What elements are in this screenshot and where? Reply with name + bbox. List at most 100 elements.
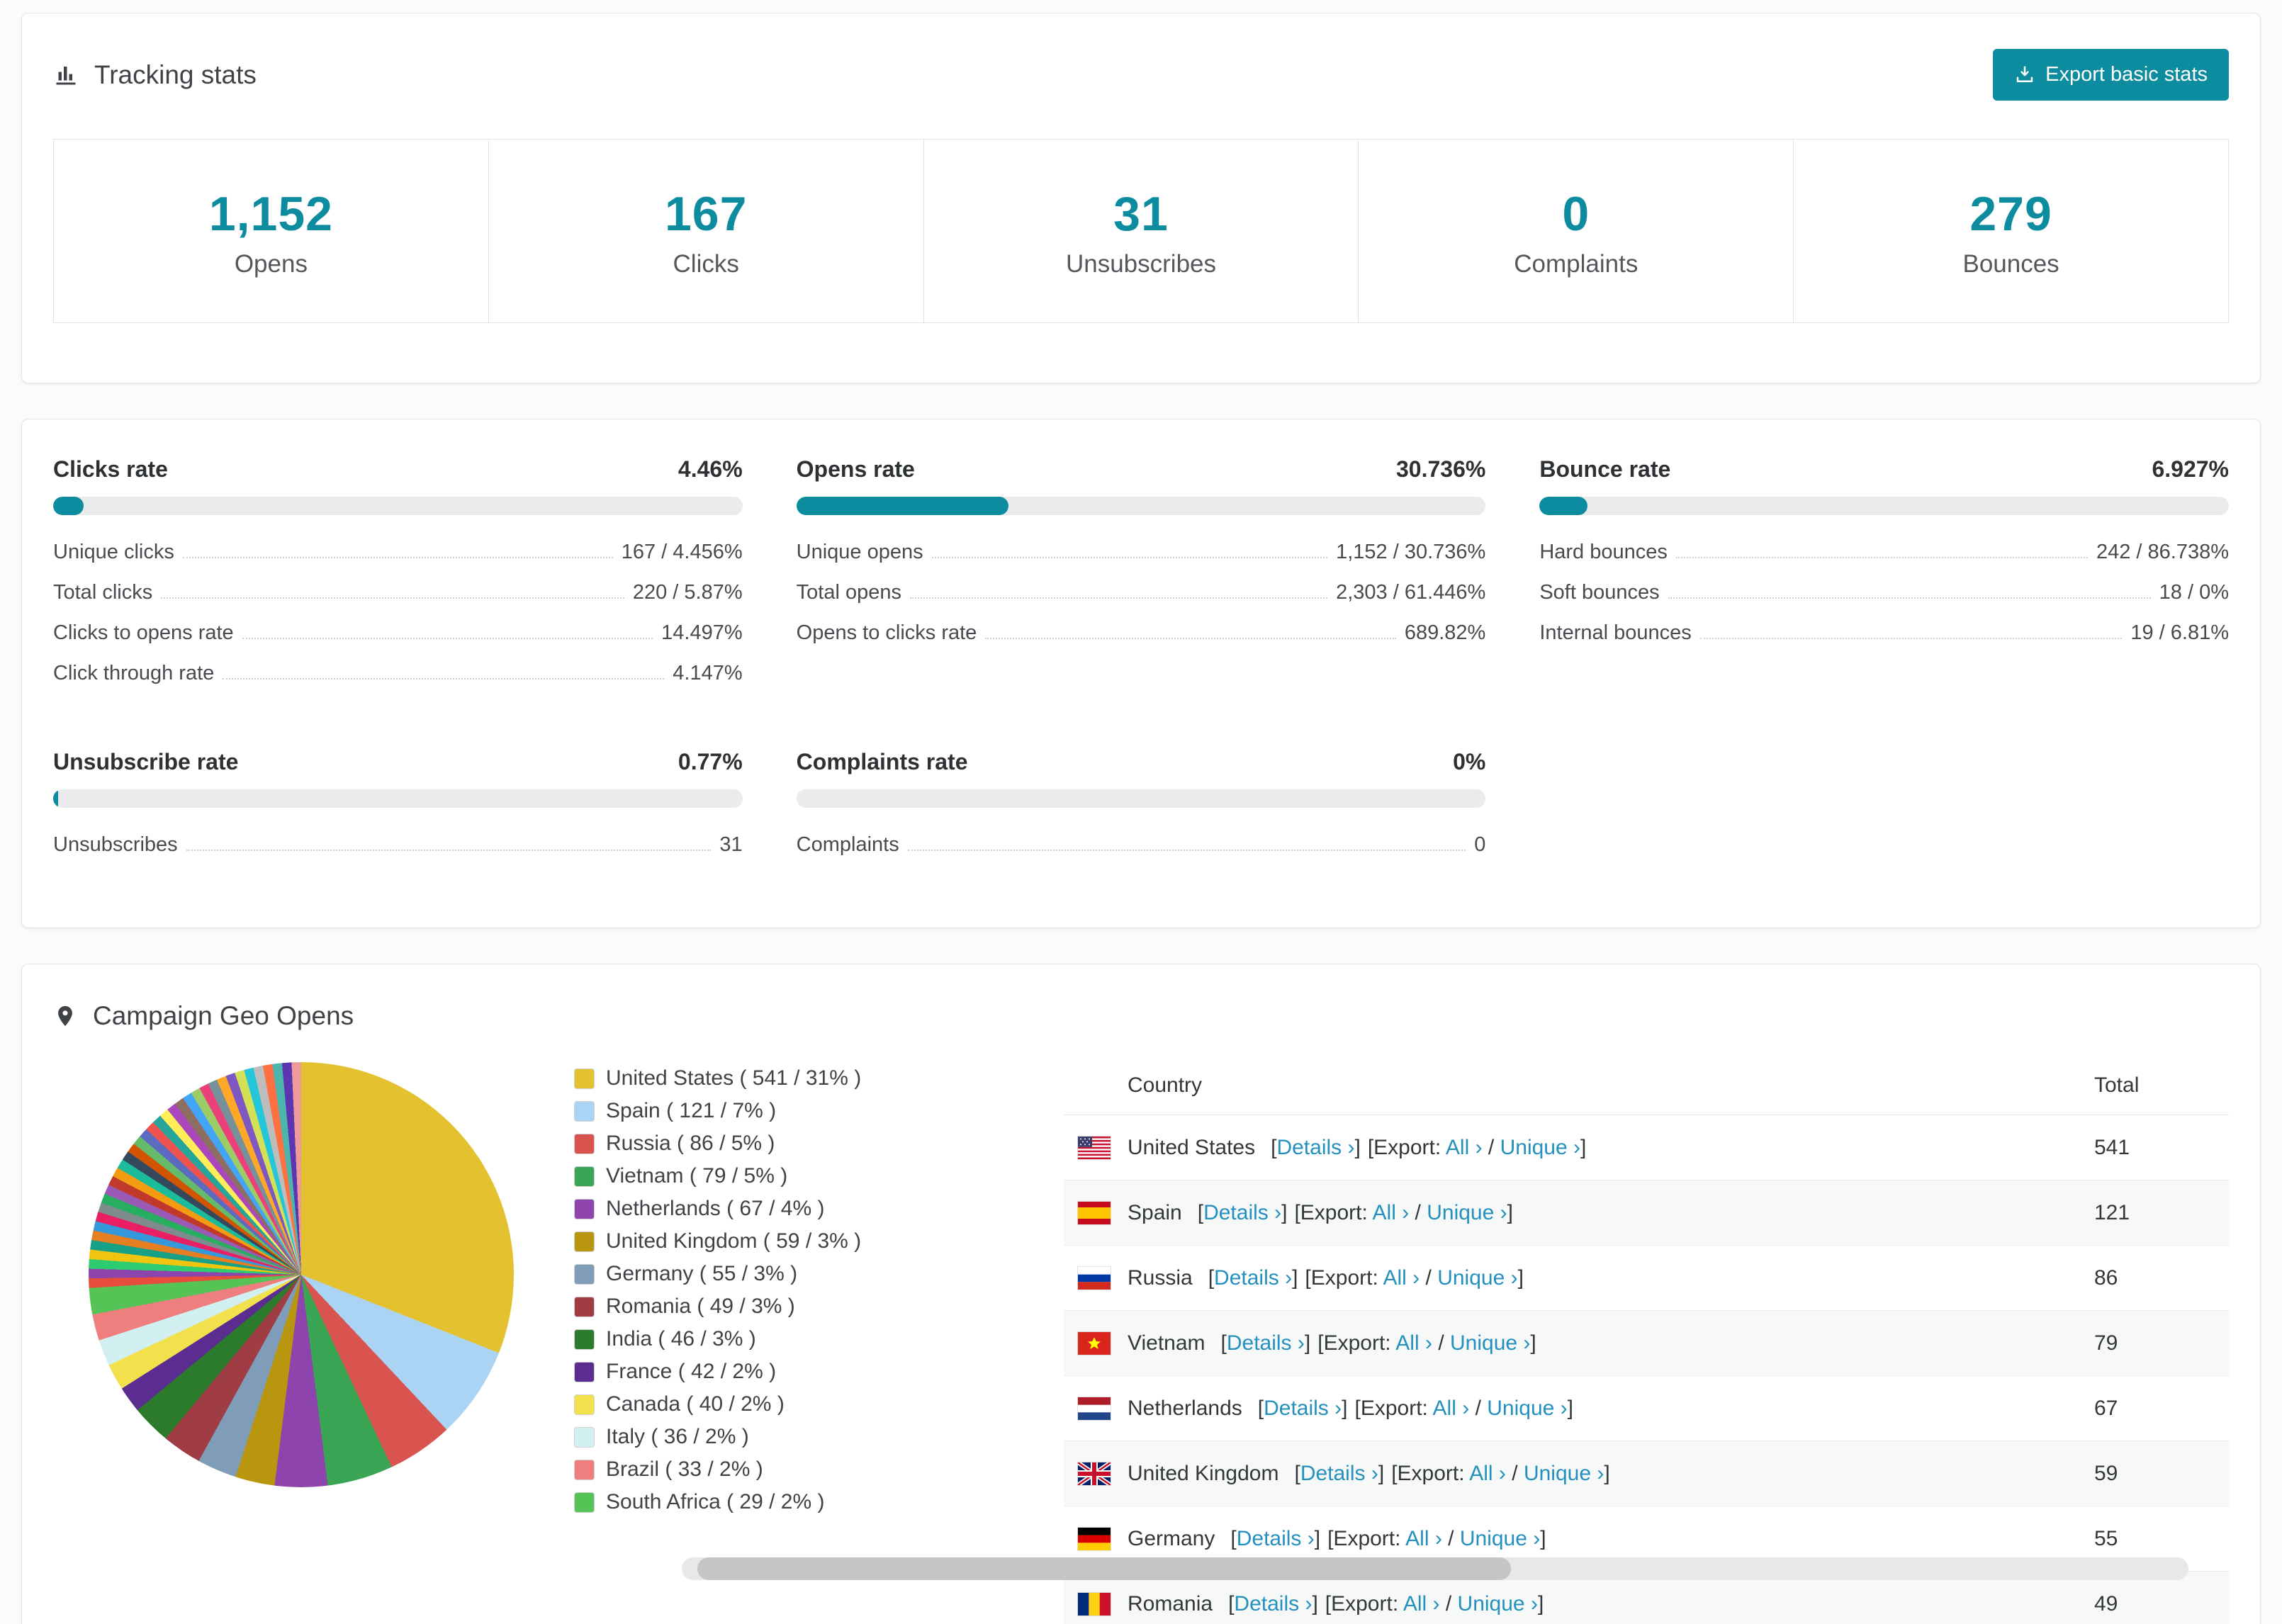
export-all-link[interactable]: All ›: [1383, 1266, 1420, 1290]
details-link[interactable]: Details ›: [1300, 1462, 1378, 1485]
clicks-label: Clicks: [673, 250, 739, 278]
export-unique-link[interactable]: Unique ›: [1487, 1397, 1567, 1420]
complaints-rate-title: Complaints rate: [796, 749, 968, 774]
opens-count: 1,152: [208, 187, 333, 241]
total-value: 55: [2094, 1526, 2118, 1550]
export-unique-link[interactable]: Unique ›: [1524, 1462, 1604, 1485]
export-all-link[interactable]: All ›: [1405, 1527, 1442, 1550]
total-value: 121: [2094, 1200, 2130, 1224]
legend-item: South Africa ( 29 / 2% ): [575, 1490, 1035, 1514]
details-link[interactable]: Details ›: [1234, 1592, 1312, 1615]
export-basic-stats-button[interactable]: Export basic stats: [1993, 49, 2229, 101]
stat-row: Internal bounces 19 / 6.81%: [1539, 621, 2229, 644]
legend-swatch: [575, 1068, 594, 1088]
romania-flag-icon: [1078, 1592, 1111, 1615]
total-column-header: Total: [2094, 1073, 2140, 1097]
details-link[interactable]: Details ›: [1237, 1527, 1315, 1550]
legend-swatch: [575, 1101, 594, 1121]
bar-chart-icon: [53, 62, 79, 88]
total-value: 49: [2094, 1591, 2118, 1615]
bounce-rate-title: Bounce rate: [1539, 456, 1671, 482]
opens-rate-value: 30.736%: [1396, 456, 1486, 482]
unsubscribe-rate-section: Unsubscribe rate 0.77% Unsubscribes 31: [53, 749, 743, 865]
opens-rate-section: Opens rate 30.736% Unique opens 1,152 / 3…: [796, 456, 1486, 694]
stat-box-unsubscribes: 31 Unsubscribes: [923, 139, 1359, 323]
legend-item: Brazil ( 33 / 2% ): [575, 1457, 1035, 1482]
complaints-rate-value: 0%: [1453, 749, 1486, 774]
legend-item: Germany ( 55 / 3% ): [575, 1262, 1035, 1286]
germany-flag-icon: [1078, 1527, 1111, 1550]
export-download-icon: [2014, 64, 2035, 86]
legend-swatch: [575, 1199, 594, 1219]
vietnam-flag-icon: [1078, 1331, 1111, 1355]
total-value: 79: [2094, 1331, 2118, 1355]
tracking-stats-title: Tracking stats: [94, 60, 257, 89]
export-unique-link[interactable]: Unique ›: [1458, 1592, 1538, 1615]
unsubscribe-rate-progressbar: [53, 789, 743, 808]
export-unique-link[interactable]: Unique ›: [1450, 1331, 1530, 1355]
horizontal-scrollbar-track[interactable]: [682, 1557, 2188, 1580]
stat-row: Unsubscribes 31: [53, 833, 743, 856]
export-unique-link[interactable]: Unique ›: [1500, 1136, 1580, 1159]
legend-item: India ( 46 / 3% ): [575, 1327, 1035, 1351]
bounce-rate-value: 6.927%: [2152, 456, 2229, 482]
geo-legend: United States ( 541 / 31% ) Spain ( 121 …: [575, 1056, 1035, 1523]
opens-label: Opens: [234, 250, 308, 278]
legend-swatch: [575, 1231, 594, 1251]
legend-swatch: [575, 1427, 594, 1447]
export-unique-link[interactable]: Unique ›: [1427, 1201, 1507, 1224]
table-row: United Kingdom [Details ›] [Export: All …: [1064, 1441, 2229, 1506]
details-link[interactable]: Details ›: [1227, 1331, 1305, 1355]
total-value: 86: [2094, 1265, 2118, 1290]
export-all-link[interactable]: All ›: [1446, 1136, 1483, 1159]
clicks-rate-value: 4.46%: [678, 456, 743, 482]
unsubscribe-rate-title: Unsubscribe rate: [53, 749, 239, 774]
total-value: 59: [2094, 1461, 2118, 1485]
legend-item: Romania ( 49 / 3% ): [575, 1295, 1035, 1319]
stat-row: Opens to clicks rate 689.82%: [796, 621, 1486, 644]
legend-item: United States ( 541 / 31% ): [575, 1066, 1035, 1090]
united-states-flag-icon: [1078, 1136, 1111, 1159]
export-unique-link[interactable]: Unique ›: [1460, 1527, 1540, 1550]
export-all-link[interactable]: All ›: [1403, 1592, 1440, 1615]
tracking-stats-card: Tracking stats Export basic stats 1,152 …: [21, 13, 2261, 383]
clicks-rate-title: Clicks rate: [53, 456, 168, 482]
clicks-rate-progressbar: [53, 497, 743, 515]
stat-row: Complaints 0: [796, 833, 1486, 856]
netherlands-flag-icon: [1078, 1397, 1111, 1420]
stat-box-bounces: 279 Bounces: [1793, 139, 2229, 323]
horizontal-scrollbar-thumb[interactable]: [697, 1557, 1511, 1580]
export-all-link[interactable]: All ›: [1395, 1331, 1432, 1355]
details-link[interactable]: Details ›: [1276, 1136, 1354, 1159]
bounces-count: 279: [1969, 187, 2052, 241]
rates-card: Clicks rate 4.46% Unique clicks 167 / 4.4…: [21, 419, 2261, 928]
legend-item: Netherlands ( 67 / 4% ): [575, 1197, 1035, 1221]
export-unique-link[interactable]: Unique ›: [1437, 1266, 1517, 1290]
opens-rate-progressbar: [796, 497, 1486, 515]
total-value: 541: [2094, 1135, 2130, 1159]
unsubscribes-count: 31: [1113, 187, 1169, 241]
legend-item: Canada ( 40 / 2% ): [575, 1392, 1035, 1416]
legend-swatch: [575, 1264, 594, 1284]
export-all-link[interactable]: All ›: [1373, 1201, 1410, 1224]
complaints-count: 0: [1562, 187, 1590, 241]
table-row: United States [Details ›] [Export: All ›…: [1064, 1115, 2229, 1180]
details-link[interactable]: Details ›: [1203, 1201, 1281, 1224]
export-all-link[interactable]: All ›: [1433, 1397, 1470, 1420]
legend-swatch: [575, 1394, 594, 1414]
united-kingdom-flag-icon: [1077, 1460, 1112, 1487]
legend-swatch: [575, 1297, 594, 1316]
complaints-label: Complaints: [1514, 250, 1639, 278]
stat-box-opens: 1,152 Opens: [53, 139, 489, 323]
details-link[interactable]: Details ›: [1264, 1397, 1342, 1420]
legend-item: Russia ( 86 / 5% ): [575, 1132, 1035, 1156]
legend-item: France ( 42 / 2% ): [575, 1360, 1035, 1384]
table-header-row: Country Total: [1064, 1056, 2229, 1115]
table-row: Vietnam [Details ›] [Export: All › / Uni…: [1064, 1311, 2229, 1376]
details-link[interactable]: Details ›: [1214, 1266, 1292, 1290]
export-all-link[interactable]: All ›: [1469, 1462, 1506, 1485]
stat-row: Total clicks 220 / 5.87%: [53, 581, 743, 604]
geo-pie-wrap: [53, 1056, 549, 1487]
export-button-label: Export basic stats: [2045, 63, 2208, 86]
campaign-geo-opens-card: Campaign Geo Opens United States ( 541 /…: [21, 964, 2261, 1624]
